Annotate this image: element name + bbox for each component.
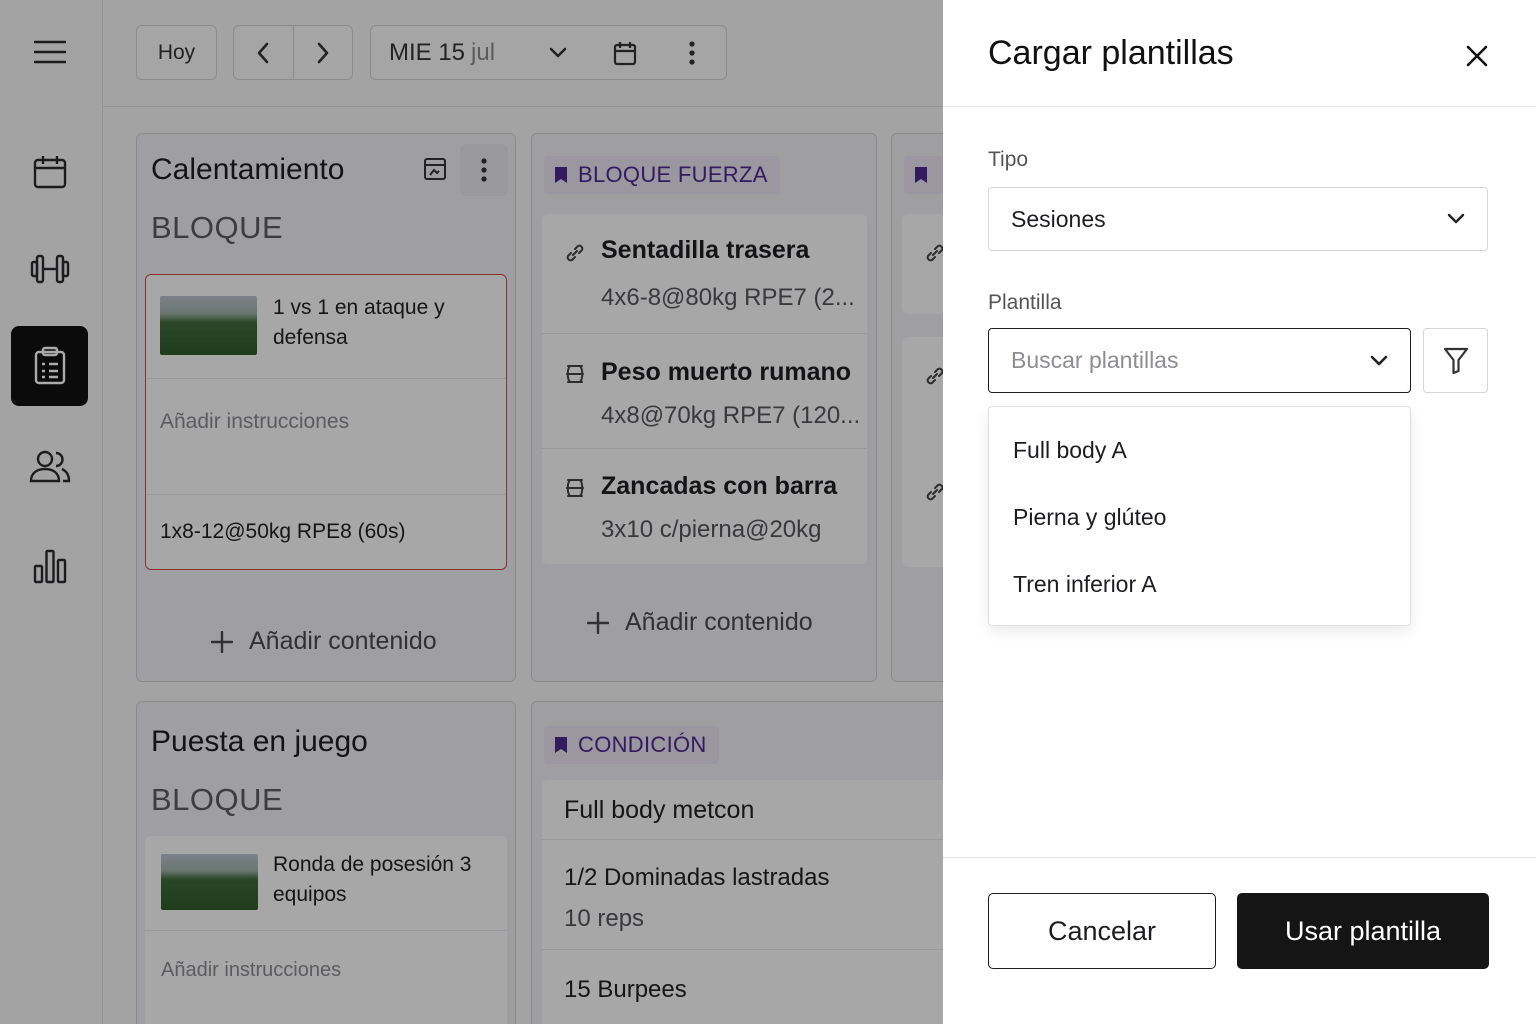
- load-templates-drawer: Cargar plantillas Tipo Sesiones Plantill…: [943, 0, 1536, 1024]
- template-option[interactable]: Tren inferior A: [989, 555, 1410, 613]
- template-search-placeholder: Buscar plantillas: [1011, 347, 1179, 373]
- type-select[interactable]: Sesiones: [988, 187, 1488, 251]
- template-label: Plantilla: [988, 291, 1062, 314]
- use-template-button[interactable]: Usar plantilla: [1237, 893, 1489, 969]
- filter-icon[interactable]: [1423, 328, 1488, 393]
- template-search-input[interactable]: Buscar plantillas: [988, 328, 1411, 393]
- close-icon[interactable]: [1457, 36, 1497, 76]
- chevron-down-icon: [1447, 188, 1465, 250]
- drawer-footer: Cancelar Usar plantilla: [943, 857, 1536, 1024]
- chevron-down-icon: [1370, 329, 1388, 392]
- modal-scrim[interactable]: [0, 0, 943, 1024]
- type-label: Tipo: [988, 148, 1029, 171]
- template-options-dropdown: Full body A Pierna y glúteo Tren inferio…: [988, 406, 1411, 626]
- drawer-title: Cargar plantillas: [988, 34, 1234, 72]
- drawer-header: Cargar plantillas: [943, 0, 1536, 107]
- cancel-button[interactable]: Cancelar: [988, 893, 1216, 969]
- template-option[interactable]: Pierna y glúteo: [989, 488, 1410, 546]
- type-select-value: Sesiones: [1011, 205, 1106, 232]
- template-option[interactable]: Full body A: [989, 421, 1410, 479]
